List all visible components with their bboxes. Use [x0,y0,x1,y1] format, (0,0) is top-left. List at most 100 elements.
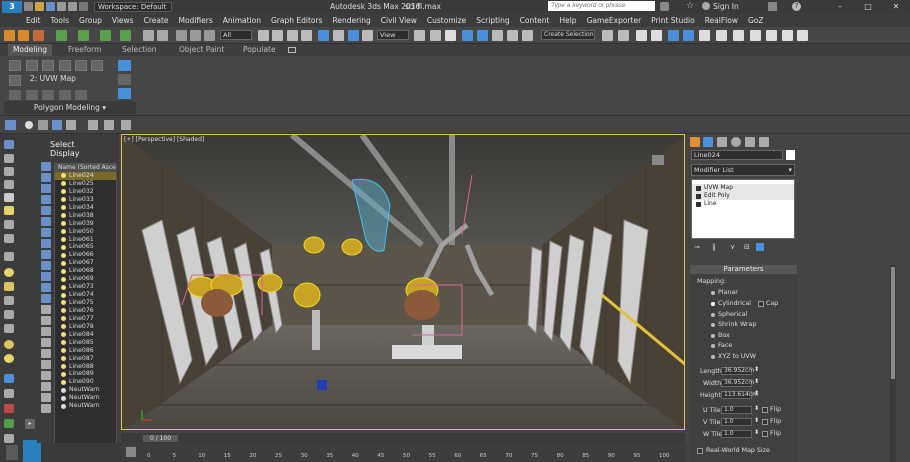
cap-checkbox[interactable] [758,301,764,307]
none-filters-icon[interactable] [41,338,51,347]
camera-icon[interactable] [41,228,51,237]
hidden-icon[interactable] [41,316,51,325]
keyboard-shortcut-icon[interactable] [445,30,456,41]
plugin-icon[interactable] [33,30,44,41]
create-tab-icon[interactable] [690,137,700,147]
list-icon[interactable] [4,167,14,176]
modifier-stack-icon[interactable] [9,75,21,86]
spinner-arrows-icon[interactable]: ⬍ [754,405,759,412]
shape-filter-icon[interactable] [52,120,62,130]
group-icon[interactable] [4,324,14,333]
light-bulb-icon[interactable] [61,316,66,322]
space-warp-icon[interactable] [41,250,51,259]
project-folder-icon[interactable] [79,2,88,11]
radio-shrink-wrap[interactable] [711,323,715,327]
search-input[interactable] [548,1,655,11]
tab-display[interactable]: Display [50,149,80,158]
exchange-icon[interactable] [768,2,777,11]
material-editor-icon[interactable] [699,30,710,41]
hidden-icon[interactable] [4,374,14,383]
menu-goz[interactable]: GoZ [748,16,764,25]
perspective-viewport[interactable]: [+] [Perspective] [Shaded] [121,134,685,430]
redo-icon[interactable] [157,30,168,41]
light-bulb-icon[interactable] [61,173,66,179]
frozen-icon[interactable] [41,305,51,314]
space-warp-filter-icon[interactable] [121,120,131,130]
radio-box[interactable] [711,334,715,338]
show-end-result-icon[interactable] [75,90,87,100]
pivot-icon[interactable] [414,30,425,41]
tab-object-paint[interactable]: Object Paint [179,44,224,56]
filter-icon[interactable] [4,154,14,163]
light-bulb-icon[interactable] [61,308,66,314]
bind-space-warp-icon[interactable] [204,30,215,41]
rotate-icon[interactable] [333,30,344,41]
tab-freeform[interactable]: Freeform [68,44,101,56]
sync-selection-icon[interactable] [41,393,51,402]
light-bulb-icon[interactable] [61,197,66,203]
modifier-icon[interactable] [4,419,14,428]
bone-icon[interactable] [41,283,51,292]
menu-graph-editors[interactable]: Graph Editors [271,16,323,25]
menu-group[interactable]: Group [79,16,102,25]
preserve-uvs-icon[interactable] [9,90,21,100]
percent-snap-icon[interactable] [492,30,503,41]
name-column-header[interactable]: Name (Sorted Ascendi [55,164,116,172]
render-online-icon[interactable] [797,30,808,41]
user-icon[interactable] [702,2,710,10]
tab-populate[interactable]: Populate [243,44,276,56]
scene-list-item[interactable]: Line025 [55,180,116,188]
scene-list-item[interactable]: Line032 [55,188,116,196]
particle-icon[interactable] [4,282,14,291]
menu-customize[interactable]: Customize [427,16,466,25]
workspace-selector[interactable]: Workspace: Default [94,1,172,12]
open-file-icon[interactable] [35,2,44,11]
binoculars-icon[interactable] [660,2,669,11]
light-bulb-icon[interactable] [61,252,66,258]
light-bulb-icon[interactable] [61,260,66,266]
spinner-snap-icon[interactable] [507,30,518,41]
remove-modifier-icon[interactable]: ⊟ [744,243,752,252]
light-bulb-icon[interactable] [61,387,66,393]
light-icon[interactable] [4,206,14,215]
unlink-icon[interactable] [190,30,201,41]
light-bulb-icon[interactable] [61,300,66,306]
hierarchy-tab-icon[interactable] [717,137,727,147]
helper-icon[interactable] [41,239,51,248]
edge-icon[interactable] [42,60,54,71]
edit-named-selection-icon[interactable] [522,30,533,41]
radio-cylindrical[interactable] [711,302,715,306]
light-bulb-icon[interactable] [61,363,66,369]
light-bulb-icon[interactable] [61,395,66,401]
next-modifier-icon[interactable] [118,74,131,85]
scene-list-item[interactable]: NeutWarn [55,402,116,410]
all-filters-icon[interactable] [41,327,51,336]
light-bulb-icon[interactable] [61,236,66,242]
menu-realflow[interactable]: RealFlow [705,16,738,25]
light-bulb-icon[interactable] [61,189,66,195]
time-slider[interactable]: 0 / 100 [143,435,178,442]
scene-list-item[interactable]: Line084 [55,331,116,339]
scene-explorer-icon[interactable] [5,120,16,130]
length-spinner[interactable]: 36.952cm [721,367,754,375]
scene-list-item[interactable]: Line039 [55,220,116,228]
scene-list-item[interactable]: Line085 [55,339,116,347]
scroll-thumb[interactable] [891,267,895,379]
render-iterative-icon[interactable] [766,30,777,41]
scene-list-item[interactable]: Line074 [55,291,116,299]
pin-stack-icon[interactable] [118,60,131,71]
layer-icon[interactable] [23,443,41,462]
scene-list-item[interactable]: Line077 [55,315,116,323]
scene-explorer-menu-icon[interactable]: ▸ [25,419,35,429]
eye-icon[interactable] [4,140,14,149]
make-unique-icon[interactable]: ⋎ [730,243,738,252]
v-tile-spinner[interactable]: 1.0 [721,418,752,426]
object-color-swatch[interactable] [786,150,795,160]
light-bulb-icon[interactable] [61,205,66,211]
display-all-icon[interactable] [41,173,51,182]
light-bulb-icon[interactable] [61,213,66,219]
element-icon[interactable] [91,60,103,71]
close-button[interactable]: ✕ [881,0,910,13]
shape-icon[interactable] [41,206,51,215]
light-bulb-icon[interactable] [61,340,66,346]
